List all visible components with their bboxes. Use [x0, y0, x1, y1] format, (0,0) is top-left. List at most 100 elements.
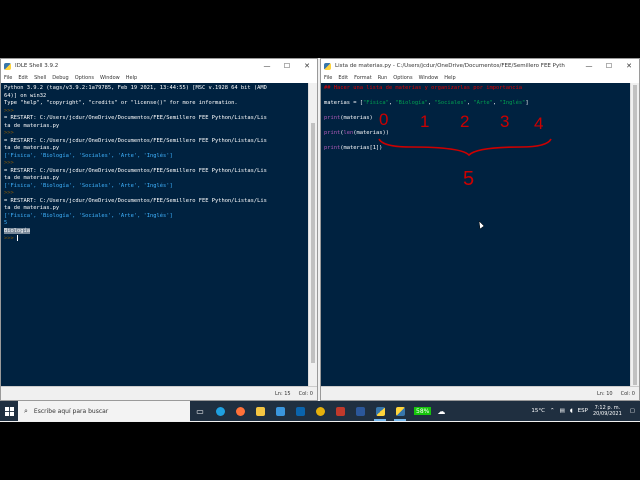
file-explorer-icon[interactable] — [250, 401, 270, 421]
shell-line: >>> — [4, 160, 17, 166]
shell-line: ['Física', 'Biología', 'Sociales', 'Arte… — [4, 152, 173, 159]
temperature-label[interactable]: 15°C — [531, 408, 545, 414]
store-icon[interactable] — [270, 401, 290, 421]
editor-window: Lista de materias.py - C:/Users/jcdur/On… — [320, 58, 640, 401]
code-print-len: print(len(materias)) — [324, 130, 628, 138]
code-print-list: print(materias) — [324, 115, 628, 123]
firefox-icon[interactable] — [230, 401, 250, 421]
notifications-icon[interactable]: ▢ — [630, 408, 635, 414]
start-button[interactable] — [0, 401, 18, 421]
edge-icon[interactable] — [210, 401, 230, 421]
minimize-icon[interactable]: — — [579, 59, 599, 73]
shell-col-number: Col: 0 — [298, 390, 313, 397]
list-item: "Sociales" — [434, 100, 467, 106]
system-tray: 15°C ⌃ ▤ ◖ ESP 7:12 p. m. 20/09/2021 ▢ — [531, 405, 640, 417]
text-cursor — [16, 235, 18, 241]
menu-shell[interactable]: Shell — [34, 75, 46, 81]
language-indicator[interactable]: ESP — [578, 408, 588, 414]
editor-code[interactable]: ## Hacer una lista de materias y organiz… — [321, 83, 631, 387]
menu-options[interactable]: Options — [393, 75, 412, 81]
python-icon — [4, 62, 11, 70]
list-item: "Biología" — [395, 100, 428, 106]
menu-edit[interactable]: Edit — [338, 75, 348, 81]
shell-line-number: Ln: 15 — [275, 390, 291, 397]
len-keyword: len — [343, 130, 354, 136]
close-icon[interactable]: ✕ — [297, 59, 317, 73]
shell-line: >>> — [4, 235, 18, 242]
menu-format[interactable]: Format — [354, 75, 372, 81]
shell-menubar: File Edit Shell Debug Options Window Hel… — [1, 73, 317, 83]
close-icon[interactable]: ✕ — [619, 59, 639, 73]
menu-help[interactable]: Help — [126, 75, 137, 81]
shell-titlebar[interactable]: IDLE Shell 3.9.2 — ☐ ✕ — [1, 59, 317, 73]
shell-line: ta de materias.py — [4, 205, 60, 211]
shell-line: ta de materias.py — [4, 145, 60, 151]
shell-statusbar: Ln: 15 Col: 0 — [1, 386, 317, 400]
shell-line: 64)] on win32 — [4, 92, 47, 99]
code-comment: ## Hacer una lista de materias y organiz… — [324, 85, 522, 91]
python-file-icon — [324, 62, 331, 70]
mail-icon[interactable] — [290, 401, 310, 421]
task-view-icon[interactable]: ▭ — [190, 401, 210, 421]
editor-scrollbar[interactable] — [630, 83, 639, 387]
taskbar-search[interactable]: ⌕ Escribe aquí para buscar — [18, 401, 190, 421]
editor-statusbar: Ln: 10 Col: 0 — [321, 386, 639, 400]
idle-taskbar-icon[interactable] — [370, 401, 390, 421]
menu-options[interactable]: Options — [75, 75, 94, 81]
minimize-icon[interactable]: — — [257, 59, 277, 73]
python-taskbar-icon[interactable] — [390, 401, 410, 421]
menu-window[interactable]: Window — [419, 75, 439, 81]
menu-file[interactable]: File — [4, 75, 12, 81]
shell-line: Biología — [4, 227, 30, 234]
scrollbar-thumb[interactable] — [633, 85, 637, 385]
shell-line: >>> — [4, 107, 17, 114]
print-arg: (materias) — [340, 115, 373, 121]
shell-line: Type "help", "copyright", "credits" or "… — [4, 100, 238, 106]
network-icon[interactable]: ▤ — [560, 408, 565, 414]
volume-icon[interactable]: ◖ — [570, 408, 573, 414]
desktop: IDLE Shell 3.9.2 — ☐ ✕ File Edit Shell D… — [0, 58, 640, 422]
shell-output[interactable]: Python 3.9.2 (tags/v3.9.2:1a79785, Feb 1… — [1, 83, 309, 387]
shell-line: 5 — [4, 220, 8, 226]
print-arg: (materias[1]) — [340, 145, 383, 151]
shell-line: ta de materias.py — [4, 122, 60, 129]
clock-date: 20/09/2021 — [592, 411, 622, 417]
shell-scrollbar[interactable] — [308, 83, 317, 387]
menu-help[interactable]: Help — [444, 75, 455, 81]
maximize-icon[interactable]: ☐ — [277, 59, 297, 73]
menu-edit[interactable]: Edit — [18, 75, 28, 81]
cloud-icon[interactable]: ☁ — [431, 401, 451, 421]
shell-line: Python 3.9.2 (tags/v3.9.2:1a79785, Feb 1… — [4, 85, 267, 91]
search-icon: ⌕ — [24, 406, 28, 415]
scrollbar-thumb[interactable] — [311, 123, 315, 363]
editor-title: Lista de materias.py - C:/Users/jcdur/On… — [335, 63, 565, 69]
menu-run[interactable]: Run — [378, 75, 388, 81]
shell-line: ta de materias.py — [4, 175, 60, 181]
windows-icon — [4, 406, 14, 416]
app-icon[interactable] — [330, 401, 350, 421]
print-arg: (materias)) — [353, 130, 389, 136]
print-keyword: print — [324, 130, 341, 136]
tray-icon[interactable]: ⌃ — [550, 408, 555, 414]
word-icon[interactable] — [350, 401, 370, 421]
menu-file[interactable]: File — [324, 75, 332, 81]
menu-debug[interactable]: Debug — [52, 75, 68, 81]
shell-line: ['Física', 'Biología', 'Sociales', 'Arte… — [4, 182, 173, 189]
assign-prefix: materias = [ — [324, 100, 363, 106]
shell-line: ['Física', 'Biología', 'Sociales', 'Arte… — [4, 212, 173, 219]
code-print-index: print(materias[1]) — [324, 145, 628, 153]
shell-title: IDLE Shell 3.9.2 — [15, 63, 59, 69]
shell-line: = RESTART: C:/Users/jcdur/OneDrive/Docum… — [4, 167, 267, 174]
list-item: "Arte" — [473, 100, 493, 106]
editor-titlebar[interactable]: Lista de materias.py - C:/Users/jcdur/On… — [321, 59, 639, 73]
battery-indicator[interactable]: 58% — [414, 407, 432, 415]
menu-window[interactable]: Window — [100, 75, 120, 81]
shell-line: = RESTART: C:/Users/jcdur/OneDrive/Docum… — [4, 115, 267, 121]
clock[interactable]: 7:12 p. m. 20/09/2021 — [593, 405, 622, 417]
code-list-assignment: materias = ["Física", "Biología", "Socia… — [324, 100, 529, 106]
print-keyword: print — [324, 115, 341, 121]
chrome-icon[interactable] — [310, 401, 330, 421]
shell-line: = RESTART: C:/Users/jcdur/OneDrive/Docum… — [4, 137, 267, 144]
maximize-icon[interactable]: ☐ — [599, 59, 619, 73]
taskbar: ⌕ Escribe aquí para buscar ▭ 58% ☁ 15°C … — [0, 401, 640, 421]
